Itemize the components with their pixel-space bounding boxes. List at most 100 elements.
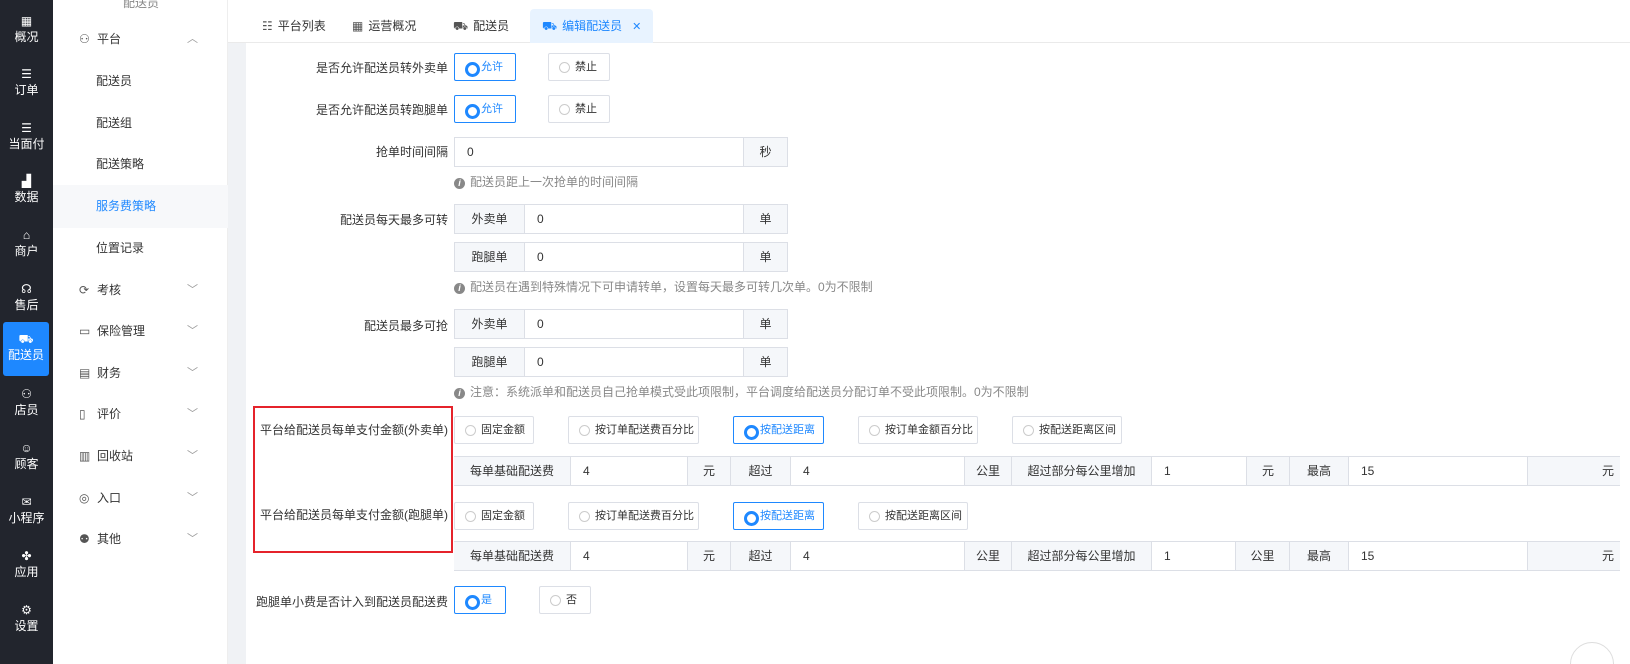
list-icon: ☷ — [262, 19, 273, 33]
menu-sub-location-log[interactable]: 位置记录 — [53, 227, 228, 270]
secondary-menu: 配送员 ⚇ 平台 ︿ 配送员 配送组 配送策略 服务费策略 位置记录 ⟳ 考核 ﹀ ▭… — [53, 0, 228, 664]
document-icon: ▯ — [79, 407, 86, 421]
rail-label: 数据 — [14, 190, 39, 204]
rail-item-courier[interactable]: ⛟ 配送员 — [3, 322, 49, 376]
rail-item-customer[interactable]: ☺ 顾客 — [0, 431, 53, 485]
menu-group-platform[interactable]: ⚇ 平台 ︿ — [53, 18, 228, 61]
menu-group-recycle[interactable]: ▥ 回收站 ﹀ — [53, 435, 228, 478]
user-icon: ⚇ — [21, 387, 32, 401]
hint-text: 配送员在遇到特殊情况下可申请转单，设置每天最多可转几次单。0为不限制 — [470, 280, 873, 294]
menu-group-insurance[interactable]: ▭ 保险管理 ﹀ — [53, 310, 228, 353]
allow-errand-no-radio[interactable]: 禁止 — [548, 95, 610, 123]
over-label: 超过 — [731, 542, 791, 570]
hint-text: 配送员距上一次抢单的时间间隔 — [470, 175, 639, 189]
rail-item-face-pay[interactable]: ☰ 当面付 — [0, 111, 53, 165]
over-distance-input[interactable]: 4 — [791, 457, 964, 485]
grid-icon: ▦ — [352, 19, 364, 33]
over-distance-input[interactable]: 4 — [791, 542, 964, 570]
tab-courier[interactable]: ⛟ 配送员 — [441, 9, 521, 43]
allow-errand-yes-radio[interactable]: 允许 — [454, 95, 516, 123]
allow-takeout-no-radio[interactable]: 禁止 — [548, 53, 610, 81]
max-grab-errand-input[interactable]: 0 — [525, 348, 743, 376]
tab-label: 运营概况 — [368, 19, 417, 33]
pay-errand-fee-percent-radio[interactable]: 按订单配送费百分比 — [568, 502, 699, 530]
pay-takeout-distance-range-radio[interactable]: 按配送距离区间 — [1012, 416, 1122, 444]
tab-edit-courier[interactable]: ⛟ 编辑配送员 ✕ — [530, 9, 654, 43]
pay-takeout-distance-row: 每单基础配送费 4 元 超过 4 公里 超过部分每公里增加 1 元 最高 15 … — [454, 456, 1620, 486]
menu-group-label: 入口 — [97, 491, 122, 505]
max-transfer-label: 配送员每天最多可转 — [339, 213, 448, 227]
refresh-icon: ⟳ — [79, 283, 90, 297]
menu-sub-courier[interactable]: 配送员 — [53, 60, 228, 103]
rail-item-merchant[interactable]: ⌂ 商户 — [0, 218, 53, 272]
list-icon: ☰ — [21, 67, 32, 81]
menu-item-partial[interactable]: 配送员 — [123, 0, 159, 11]
max-transfer-errand-input[interactable]: 0 — [525, 243, 743, 271]
menu-group-entry[interactable]: ◎ 入口 ﹀ — [53, 477, 228, 520]
pay-errand-distance-radio[interactable]: 按配送距离 — [733, 502, 824, 530]
label-wrap: 跑腿单小费是否计入到配送员配送费 — [246, 593, 448, 613]
bar-chart-icon: ▟ — [21, 174, 32, 188]
settings-icon: ⚙ — [21, 603, 32, 617]
pay-takeout-amount-percent-radio[interactable]: 按订单金额百分比 — [858, 416, 978, 444]
base-fee-input[interactable]: 4 — [571, 542, 687, 570]
edit-form: 是否允许配送员转外卖单 允许 禁止 是否允许配送员转跑腿单 允许 禁止 抢单时间… — [246, 43, 1630, 664]
max-fee-unit: 元 — [1527, 457, 1620, 485]
max-grab-takeout-group: 外卖单 0 单 — [454, 309, 788, 339]
grab-interval-label: 抢单时间间隔 — [375, 145, 448, 159]
rail-item-orders[interactable]: ☰ 订单 — [0, 57, 53, 111]
menu-group-other[interactable]: ⚉ 其他 ﹀ — [53, 518, 228, 561]
label-wrap: 平台给配送员每单支付金额(跑腿单) — [246, 506, 448, 526]
menu-group-assessment[interactable]: ⟳ 考核 ﹀ — [53, 269, 228, 312]
grab-interval-input[interactable]: 0 — [455, 138, 743, 166]
rail-item-miniprogram[interactable]: ✉ 小程序 — [0, 485, 53, 539]
label-wrap: 配送员每天最多可转 — [246, 211, 448, 231]
compass-icon: ◎ — [79, 491, 90, 505]
extra-per-km-input[interactable]: 1 — [1152, 457, 1246, 485]
takeout-addon: 外卖单 — [455, 310, 525, 338]
floating-action-button[interactable] — [1570, 642, 1614, 664]
menu-sub-strategy[interactable]: 配送策略 — [53, 143, 228, 186]
max-transfer-takeout-group: 外卖单 0 单 — [454, 204, 788, 234]
menu-group-label: 考核 — [97, 283, 122, 297]
list-icon: ☰ — [21, 121, 32, 135]
max-fee-unit: 元 — [1527, 542, 1620, 570]
base-fee-input[interactable]: 4 — [571, 457, 687, 485]
extra-per-km-unit: 元 — [1246, 457, 1290, 485]
max-grab-takeout-input[interactable]: 0 — [525, 310, 743, 338]
rail-item-aftersale[interactable]: ☊ 售后 — [0, 272, 53, 326]
menu-group-review[interactable]: ▯ 评价 ﹀ — [53, 393, 228, 436]
pay-takeout-label: 平台给配送员每单支付金额(外卖单) — [260, 423, 448, 437]
rail-label: 售后 — [14, 298, 39, 312]
pay-errand-fixed-radio[interactable]: 固定金额 — [454, 502, 534, 530]
chevron-down-icon: ﹀ — [187, 408, 198, 420]
rail-item-staff[interactable]: ⚇ 店员 — [0, 377, 53, 431]
max-fee-input[interactable]: 15 — [1349, 542, 1527, 570]
tab-operation-overview[interactable]: ▦ 运营概况 — [340, 9, 428, 43]
menu-group-label: 平台 — [97, 32, 122, 46]
extra-per-km-input[interactable]: 1 — [1152, 542, 1235, 570]
menu-sub-courier-group[interactable]: 配送组 — [53, 102, 228, 145]
max-fee-input[interactable]: 15 — [1349, 457, 1527, 485]
base-fee-unit: 元 — [687, 542, 731, 570]
menu-sub-fee-strategy[interactable]: 服务费策略 — [53, 185, 228, 228]
rail-item-data[interactable]: ▟ 数据 — [0, 164, 53, 218]
tip-included-no-radio[interactable]: 否 — [539, 586, 591, 614]
rail-item-settings[interactable]: ⚙ 设置 — [0, 593, 53, 647]
tab-label: 配送员 — [473, 19, 510, 33]
tip-included-yes-radio[interactable]: 是 — [454, 586, 506, 614]
close-icon[interactable]: ✕ — [632, 21, 641, 33]
apps-icon: ✤ — [21, 549, 32, 563]
rail-item-apps[interactable]: ✤ 应用 — [0, 539, 53, 593]
label-wrap: 配送员最多可抢 — [246, 317, 448, 337]
pay-takeout-distance-radio[interactable]: 按配送距离 — [733, 416, 824, 444]
tab-platform-list[interactable]: ☷ 平台列表 — [250, 9, 338, 43]
menu-group-finance[interactable]: ▤ 财务 ﹀ — [53, 352, 228, 395]
pay-takeout-fixed-radio[interactable]: 固定金额 — [454, 416, 534, 444]
max-transfer-takeout-input[interactable]: 0 — [525, 205, 743, 233]
allow-takeout-yes-radio[interactable]: 允许 — [454, 53, 516, 81]
rail-item-overview[interactable]: ▦ 概况 — [0, 4, 53, 58]
pay-errand-distance-range-radio[interactable]: 按配送距离区间 — [858, 502, 968, 530]
rail-label: 当面付 — [8, 137, 45, 151]
pay-takeout-fee-percent-radio[interactable]: 按订单配送费百分比 — [568, 416, 699, 444]
